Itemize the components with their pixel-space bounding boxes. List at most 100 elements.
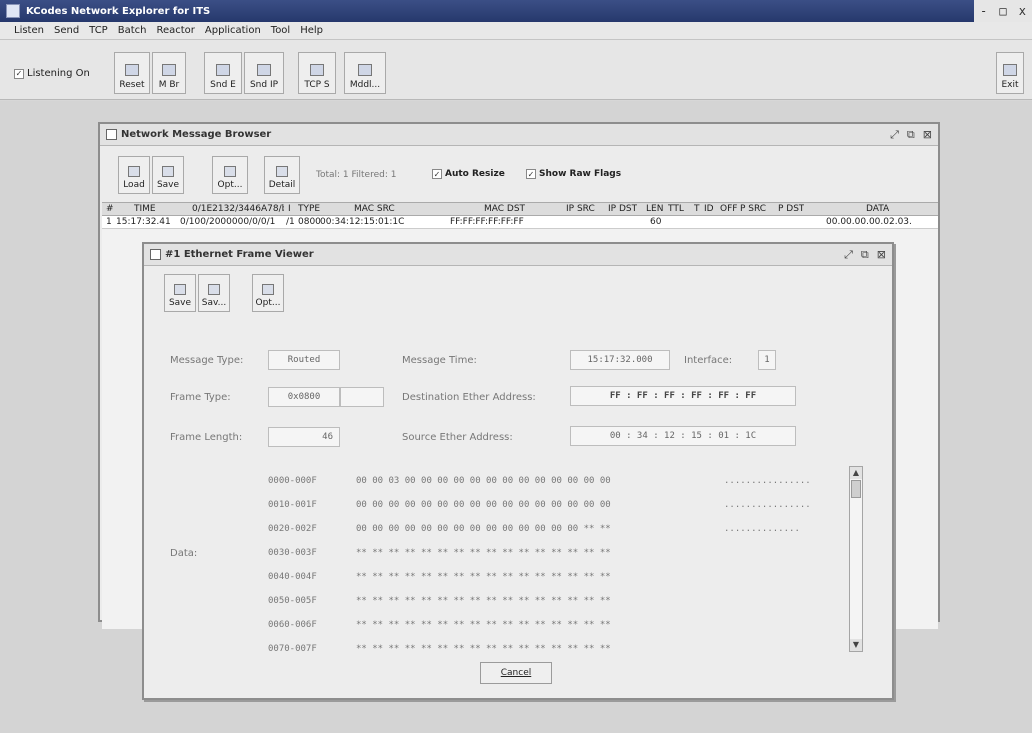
save-button[interactable]: Save — [152, 156, 184, 194]
app-logo-icon — [6, 4, 20, 18]
maximize-icon[interactable]: ⧉ — [861, 248, 869, 262]
interface-field[interactable]: 1 — [758, 350, 776, 370]
menu-reactor[interactable]: Reactor — [156, 25, 194, 36]
col-data[interactable]: DATA — [866, 204, 889, 214]
menu-bar: Listen Send TCP Batch Reactor Applicatio… — [0, 22, 1032, 40]
listening-checkbox[interactable]: ✓ — [14, 68, 24, 79]
middleware-button[interactable]: Mddl... — [344, 52, 386, 94]
col-id[interactable]: ID — [704, 204, 714, 214]
show-raw-flags-toggle[interactable]: ✓ Show Raw Flags — [526, 169, 621, 179]
minimize-button[interactable]: - — [980, 4, 987, 18]
send-ethernet-button[interactable]: Snd E — [204, 52, 242, 94]
frame-type-field[interactable]: 0x0800 — [268, 387, 340, 407]
cell-mac-src: 00:34:12:15:01:1C — [320, 217, 405, 227]
window-icon — [150, 249, 161, 260]
col-type[interactable]: TYPE — [298, 204, 320, 214]
menu-listen[interactable]: Listen — [14, 25, 44, 36]
send-ethernet-icon — [216, 64, 230, 76]
cell-type: 0800 — [298, 217, 321, 227]
col-ip-src[interactable]: IP SRC — [566, 204, 595, 214]
auto-resize-checkbox[interactable]: ✓ — [432, 169, 442, 179]
filter-status: Total: 1 Filtered: 1 — [316, 170, 397, 180]
dump-hex: 00 00 03 00 00 00 00 00 00 00 00 00 00 0… — [356, 476, 611, 486]
frame-type-extra-field[interactable] — [340, 387, 384, 407]
close-button[interactable]: x — [1019, 4, 1026, 18]
data-label: Data: — [170, 548, 198, 559]
dump-offset: 0040-004F — [268, 572, 317, 582]
message-browser-button[interactable]: M Br — [152, 52, 186, 94]
col-time[interactable]: TIME — [134, 204, 156, 214]
dump-ascii: .............. — [724, 524, 800, 534]
col-ip-dst[interactable]: IP DST — [608, 204, 637, 214]
cell-time: 15:17:32.41 — [116, 217, 171, 227]
scroll-up-icon[interactable]: ▲ — [850, 467, 862, 479]
menu-help[interactable]: Help — [300, 25, 323, 36]
col-num[interactable]: # — [106, 204, 114, 214]
close-icon[interactable]: ⊠ — [877, 248, 886, 262]
reset-icon — [125, 64, 139, 76]
save-label: Save — [156, 180, 180, 190]
col-ttl[interactable]: TTL — [668, 204, 684, 214]
table-row[interactable]: 1 15:17:32.41 0/100/2000000/0/0/1 /1 080… — [102, 216, 938, 229]
close-icon[interactable]: ⊠ — [923, 128, 932, 142]
col-mac-src[interactable]: MAC SRC — [354, 204, 395, 214]
options-button[interactable]: Opt... — [212, 156, 248, 194]
dump-hex: ** ** ** ** ** ** ** ** ** ** ** ** ** *… — [356, 644, 611, 654]
menu-send[interactable]: Send — [54, 25, 79, 36]
frame-viewer-titlebar[interactable]: #1 Ethernet Frame Viewer — [144, 244, 892, 266]
menu-application[interactable]: Application — [205, 25, 261, 36]
auto-resize-label: Auto Resize — [445, 169, 505, 179]
maximize-icon[interactable]: ⧉ — [907, 128, 915, 142]
viewer-save-as-button[interactable]: Sav... — [198, 274, 230, 312]
col-mac-dst[interactable]: MAC DST — [484, 204, 525, 214]
restore-icon[interactable]: ⤢ — [844, 248, 853, 262]
detail-button[interactable]: Detail — [264, 156, 300, 194]
scroll-thumb[interactable] — [851, 480, 861, 498]
dump-ascii: ................ — [724, 476, 811, 486]
col-len[interactable]: LEN — [646, 204, 663, 214]
load-label: Load — [123, 180, 145, 190]
exit-button[interactable]: Exit — [996, 52, 1024, 94]
hex-dump-scrollbar[interactable]: ▲ ▼ — [849, 466, 863, 652]
cell-mac-dst: FF:FF:FF:FF:FF:FF — [450, 217, 524, 227]
maximize-button[interactable]: □ — [999, 4, 1006, 18]
frame-length-label: Frame Length: — [170, 432, 243, 443]
listening-toggle[interactable]: ✓ Listening On — [14, 68, 90, 79]
cell-flags: 0/100/2000000/0/0/1 — [180, 217, 276, 227]
tcp-server-button[interactable]: TCP S — [298, 52, 336, 94]
send-ip-button[interactable]: Snd IP — [244, 52, 284, 94]
viewer-save-as-label: Sav... — [201, 298, 227, 308]
col-off[interactable]: OFF — [720, 204, 737, 214]
destination-address-field[interactable]: FF : FF : FF : FF : FF : FF — [570, 386, 796, 406]
viewer-options-button[interactable]: Opt... — [252, 274, 284, 312]
frame-type-label: Frame Type: — [170, 392, 231, 403]
menu-tool[interactable]: Tool — [271, 25, 290, 36]
menu-tcp[interactable]: TCP — [89, 25, 108, 36]
message-browser-label: M Br — [158, 80, 180, 90]
message-type-field[interactable]: Routed — [268, 350, 340, 370]
viewer-save-button[interactable]: Save — [164, 274, 196, 312]
exit-icon — [1003, 64, 1017, 76]
dump-offset: 0030-003F — [268, 548, 317, 558]
frame-length-field[interactable]: 46 — [268, 427, 340, 447]
dump-ascii: ................ — [724, 500, 811, 510]
col-p-src[interactable]: P SRC — [740, 204, 766, 214]
cancel-button[interactable]: Cancel — [480, 662, 552, 684]
restore-icon[interactable]: ⤢ — [890, 128, 899, 142]
dump-offset: 0010-001F — [268, 500, 317, 510]
col-t[interactable]: T — [694, 204, 700, 214]
message-time-field[interactable]: 15:17:32.000 — [570, 350, 670, 370]
col-p-dst[interactable]: P DST — [778, 204, 804, 214]
reset-button[interactable]: Reset — [114, 52, 150, 94]
load-button[interactable]: Load — [118, 156, 150, 194]
message-browser-titlebar[interactable]: Network Message Browser — [100, 124, 938, 146]
menu-batch[interactable]: Batch — [118, 25, 147, 36]
scroll-down-icon[interactable]: ▼ — [850, 639, 862, 651]
col-flags[interactable]: 0/1E2132/3446A78/b/a/ — [192, 204, 284, 214]
show-raw-flags-checkbox[interactable]: ✓ — [526, 169, 536, 179]
auto-resize-toggle[interactable]: ✓ Auto Resize — [432, 169, 505, 179]
dump-hex: ** ** ** ** ** ** ** ** ** ** ** ** ** *… — [356, 596, 611, 606]
options-label: Opt... — [217, 180, 243, 190]
col-i[interactable]: I — [288, 204, 291, 214]
source-address-field[interactable]: 00 : 34 : 12 : 15 : 01 : 1C — [570, 426, 796, 446]
